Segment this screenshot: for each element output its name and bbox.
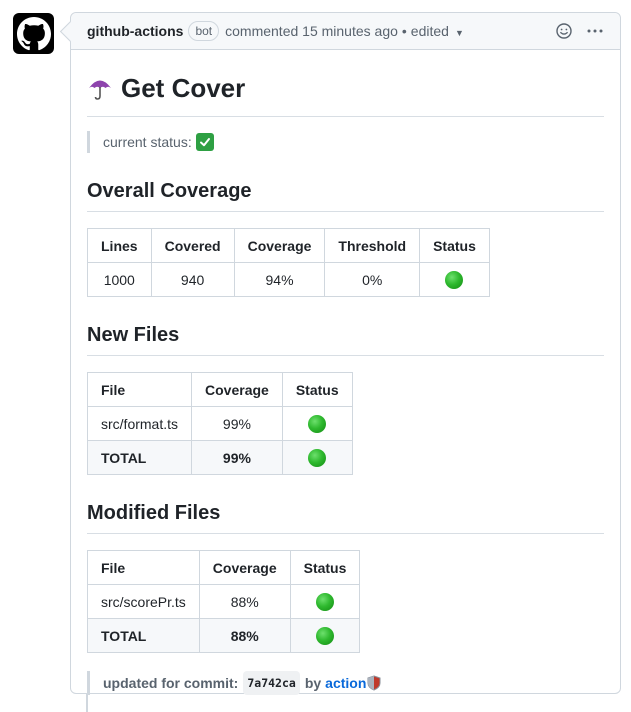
coverage-cell: 88% (198, 584, 291, 619)
edited-label: edited (410, 23, 449, 39)
table-row: src/scorePr.ts 88% (87, 584, 361, 619)
new-files-table: File Coverage Status src/format.ts 99% T… (86, 372, 353, 475)
green-circle-icon (308, 414, 327, 433)
status-cell (289, 584, 361, 619)
separator: • (401, 23, 407, 39)
file-cell: src/scorePr.ts (87, 584, 200, 619)
covered-cell: 940 (150, 262, 235, 297)
total-row: TOTAL 88% (87, 618, 361, 653)
column-header: Covered (150, 228, 235, 263)
status-quote: current status: (87, 131, 604, 153)
column-header: Status (419, 228, 490, 263)
author-link[interactable]: github-actions (87, 23, 183, 39)
column-header: File (87, 550, 200, 585)
coverage-cell: 94% (233, 262, 326, 297)
status-label: current status: (103, 134, 192, 150)
modified-files-table: File Coverage Status src/scorePr.ts 88% … (87, 550, 361, 653)
total-label: TOTAL (87, 618, 200, 653)
column-header: Lines (87, 228, 152, 263)
comment-box: github-actions bot commented 15 minutes … (70, 12, 621, 695)
umbrella-icon (87, 75, 113, 101)
file-cell: src/format.ts (86, 406, 193, 441)
green-circle-icon (316, 626, 334, 645)
edited-dropdown[interactable]: edited ▼ (411, 23, 464, 39)
table-row: src/format.ts 99% (86, 406, 353, 441)
comment-header: github-actions bot commented 15 minutes … (71, 13, 620, 50)
column-header: Threshold (324, 228, 421, 263)
status-cell (281, 440, 353, 475)
column-header: Coverage (198, 550, 291, 585)
timeline-line (86, 694, 88, 712)
table-row: 1000 940 94% 0% (87, 262, 490, 297)
column-header: File (86, 372, 193, 407)
lines-cell: 1000 (87, 262, 152, 297)
overall-coverage-heading: Overall Coverage (87, 177, 604, 212)
footer-prefix: updated for commit: (103, 675, 239, 691)
avatar[interactable] (13, 13, 54, 54)
total-row: TOTAL 99% (86, 440, 353, 475)
status-cell (289, 618, 361, 653)
commit-sha: 7a742ca (243, 671, 300, 695)
threshold-cell: 0% (324, 262, 421, 297)
total-label: TOTAL (86, 440, 193, 475)
smiley-icon[interactable] (556, 23, 572, 39)
bot-badge: bot (188, 21, 220, 41)
new-files-heading: New Files (87, 321, 604, 356)
caret-down-icon: ▼ (454, 28, 464, 38)
shield-icon (367, 675, 381, 691)
report-title-text: Get Cover (121, 73, 246, 103)
coverage-cell: 88% (198, 618, 291, 653)
overall-coverage-table: Lines Covered Coverage Threshold Status … (87, 228, 490, 297)
modified-files-heading: Modified Files (87, 499, 604, 534)
github-logo-icon (16, 16, 51, 50)
green-circle-icon (316, 592, 334, 611)
green-circle-icon (445, 270, 464, 289)
footer-by: by (304, 675, 322, 691)
commit-footer-quote: updated for commit: 7a742ca by action (87, 671, 604, 695)
status-cell (419, 262, 490, 297)
column-header: Coverage (191, 372, 283, 407)
check-mark-icon (195, 133, 214, 151)
coverage-cell: 99% (191, 440, 283, 475)
status-cell (281, 406, 353, 441)
column-header: Coverage (233, 228, 326, 263)
kebab-icon[interactable] (586, 23, 604, 39)
coverage-cell: 99% (191, 406, 283, 441)
comment-body: Get Cover current status: Overall Covera… (71, 50, 620, 695)
column-header: Status (289, 550, 361, 585)
green-circle-icon (308, 448, 327, 467)
action-link[interactable]: action (325, 672, 366, 694)
report-title: Get Cover (87, 70, 604, 117)
column-header: Status (281, 372, 353, 407)
comment-timestamp[interactable]: commented 15 minutes ago (225, 23, 398, 39)
